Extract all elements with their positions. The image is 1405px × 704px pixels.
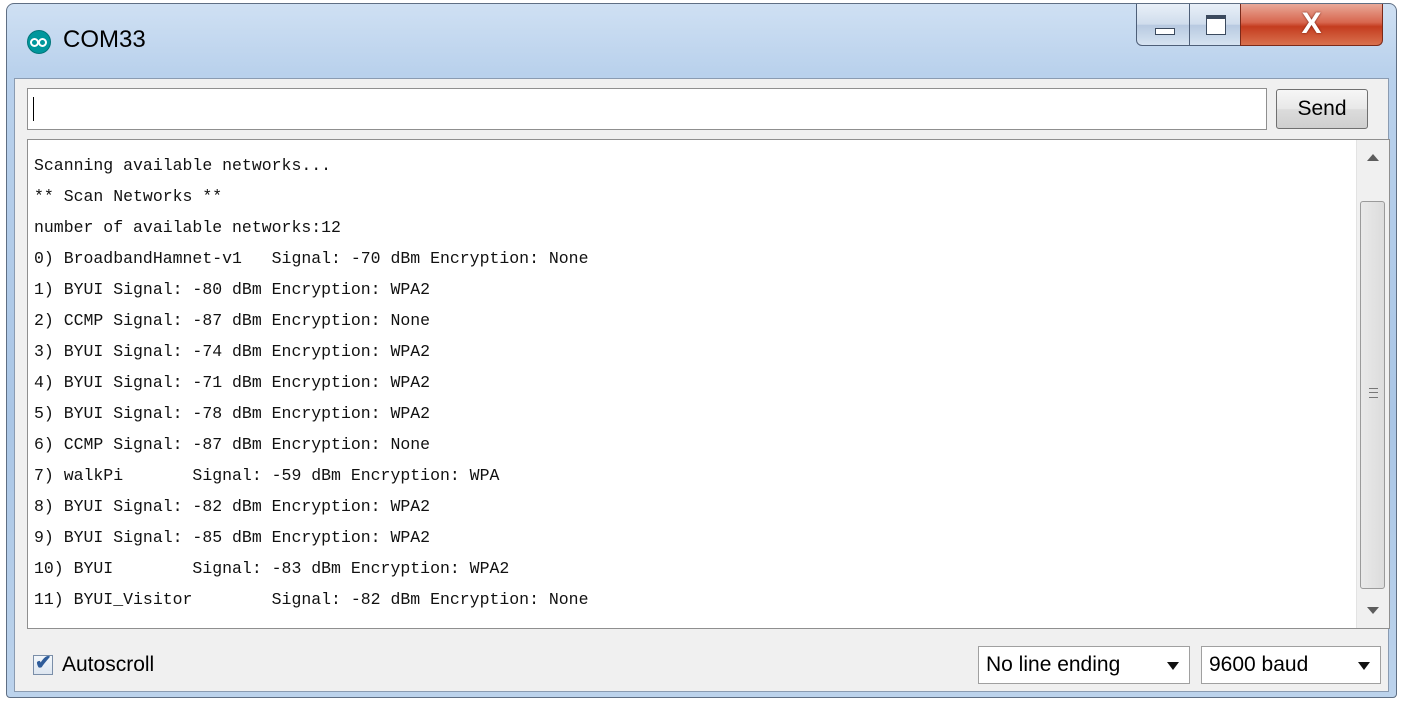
output-line: 9) BYUI Signal: -85 dBm Encryption: WPA2 xyxy=(34,528,431,547)
scroll-down-icon[interactable] xyxy=(1367,607,1379,614)
footer-bar: ✔ Autoscroll No line ending 9600 baud xyxy=(15,635,1388,691)
grip-icon xyxy=(1369,388,1378,398)
serial-output-log: Scanning available networks... ** Scan Ne… xyxy=(34,150,589,615)
title-bar[interactable]: COM33 X xyxy=(7,4,1396,78)
chevron-down-icon xyxy=(1167,662,1179,670)
output-line: 0) BroadbandHamnet-v1 Signal: -70 dBm En… xyxy=(34,249,589,268)
vertical-scrollbar[interactable] xyxy=(1356,140,1389,628)
serial-output-area[interactable]: Scanning available networks... ** Scan Ne… xyxy=(27,139,1390,629)
minimize-button[interactable] xyxy=(1136,4,1190,46)
maximize-icon xyxy=(1206,15,1226,35)
maximize-button[interactable] xyxy=(1189,4,1241,46)
check-icon: ✔ xyxy=(35,652,52,674)
baud-rate-select[interactable]: 9600 baud xyxy=(1201,646,1381,684)
minimize-icon xyxy=(1155,28,1175,35)
output-line: ** Scan Networks ** xyxy=(34,187,223,206)
output-line: 2) CCMP Signal: -87 dBm Encryption: None xyxy=(34,311,431,330)
autoscroll-label: Autoscroll xyxy=(62,653,155,676)
serial-monitor-window: COM33 X Send Scanning available networks… xyxy=(6,3,1397,698)
line-ending-select[interactable]: No line ending xyxy=(978,646,1190,684)
text-caret xyxy=(33,97,34,121)
output-line: 6) CCMP Signal: -87 dBm Encryption: None xyxy=(34,435,431,454)
scrollbar-thumb[interactable] xyxy=(1360,201,1385,589)
window-title: COM33 xyxy=(63,26,146,53)
close-icon: X xyxy=(1301,7,1322,40)
output-line: 1) BYUI Signal: -80 dBm Encryption: WPA2 xyxy=(34,280,431,299)
output-line: 11) BYUI_Visitor Signal: -82 dBm Encrypt… xyxy=(34,590,589,609)
serial-input-field[interactable] xyxy=(27,88,1267,130)
autoscroll-checkbox[interactable]: ✔ xyxy=(33,652,53,675)
output-line: 7) walkPi Signal: -59 dBm Encryption: WP… xyxy=(34,466,500,485)
arduino-logo-icon xyxy=(27,30,51,54)
scroll-up-icon[interactable] xyxy=(1367,154,1379,161)
client-area: Send Scanning available networks... ** Sc… xyxy=(14,78,1390,692)
output-line: number of available networks:12 xyxy=(34,218,341,237)
output-line: 4) BYUI Signal: -71 dBm Encryption: WPA2 xyxy=(34,373,431,392)
output-line: 10) BYUI Signal: -83 dBm Encryption: WPA… xyxy=(34,559,510,578)
send-button[interactable]: Send xyxy=(1276,89,1368,129)
output-line: 8) BYUI Signal: -82 dBm Encryption: WPA2 xyxy=(34,497,431,516)
output-line: 5) BYUI Signal: -78 dBm Encryption: WPA2 xyxy=(34,404,431,423)
output-line: Scanning available networks... xyxy=(34,156,332,175)
chevron-down-icon xyxy=(1358,662,1370,670)
close-button[interactable]: X xyxy=(1240,4,1383,46)
baud-rate-value: 9600 baud xyxy=(1209,653,1309,676)
output-line: 3) BYUI Signal: -74 dBm Encryption: WPA2 xyxy=(34,342,431,361)
line-ending-value: No line ending xyxy=(986,653,1121,676)
